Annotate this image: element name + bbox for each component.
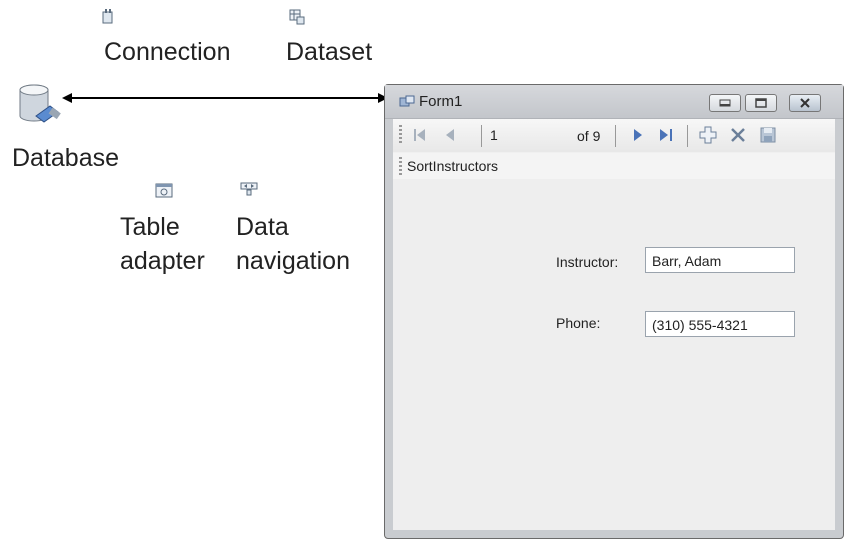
menu-strip: SortInstructors: [393, 153, 835, 179]
form-window: Form1 1 of 9 SortInstructors Instructor:…: [384, 84, 844, 539]
delete-icon[interactable]: [727, 124, 749, 146]
binding-navigator: 1 of 9: [393, 119, 835, 152]
minimize-icon: [719, 99, 731, 107]
table-adapter-label-line2: adapter: [120, 247, 205, 275]
phone-label: Phone:: [556, 315, 601, 331]
minimize-button[interactable]: [709, 94, 741, 112]
move-first-icon[interactable]: [409, 124, 431, 146]
form-app-icon: [399, 95, 415, 107]
form-titlebar[interactable]: Form1: [385, 85, 843, 119]
connection-icon: [102, 9, 113, 24]
position-item[interactable]: 1: [490, 127, 558, 147]
move-previous-icon[interactable]: [439, 124, 461, 146]
toolbar-separator: [481, 125, 482, 147]
table-adapter-icon: [155, 183, 173, 198]
instructor-label: Instructor:: [556, 254, 619, 270]
save-icon[interactable]: [757, 124, 779, 146]
instructor-textbox[interactable]: Barr, Adam: [645, 247, 795, 273]
toolbar-grip[interactable]: [399, 125, 402, 145]
form-body: Instructor: Barr, Adam Phone: (310) 555-…: [393, 179, 835, 530]
data-navigation-label-line1: Data: [236, 213, 289, 241]
toolbar-separator: [687, 125, 688, 147]
database-label: Database: [12, 144, 120, 172]
move-next-icon[interactable]: [627, 124, 649, 146]
add-new-icon[interactable]: [697, 124, 719, 146]
connection-label: Connection: [104, 38, 231, 66]
menu-item-sort-instructors[interactable]: SortInstructors: [407, 158, 498, 174]
move-last-icon[interactable]: [655, 124, 677, 146]
close-icon: [800, 98, 810, 108]
table-adapter-label-line1: Table: [120, 213, 180, 241]
count-item: of 9: [577, 128, 601, 144]
connector-arrow: [62, 93, 388, 103]
dataset-label: Dataset: [286, 38, 373, 66]
close-button[interactable]: [789, 94, 821, 112]
toolbar-separator: [615, 125, 616, 147]
form-title: Form1: [419, 93, 463, 110]
maximize-icon: [755, 98, 767, 108]
dataset-icon: [289, 9, 305, 25]
data-navigation-icon: [240, 182, 258, 196]
form-client-area: 1 of 9 SortInstructors Instructor: Barr,…: [393, 119, 835, 530]
phone-textbox[interactable]: (310) 555-4321: [645, 311, 795, 337]
data-navigation-label-line2: navigation: [236, 247, 350, 275]
menu-grip[interactable]: [399, 157, 402, 175]
maximize-button[interactable]: [745, 94, 777, 112]
